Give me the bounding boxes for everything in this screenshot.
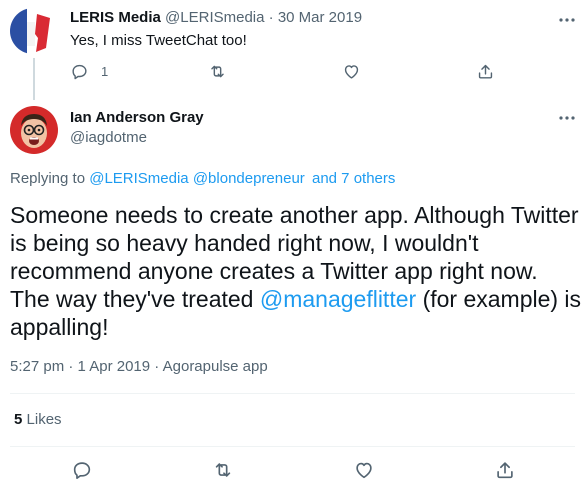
- thread-connector-line: [33, 58, 35, 100]
- share-button[interactable]: [494, 459, 516, 481]
- author-handle[interactable]: @iagdotme: [70, 129, 147, 146]
- tweet-timestamp: 5:27 pm · 1 Apr 2019 · Agorapulse app: [10, 358, 268, 375]
- mention-link[interactable]: @blondepreneur: [193, 170, 305, 187]
- retweet-button[interactable]: [208, 62, 227, 81]
- author-name[interactable]: Ian Anderson Gray: [70, 109, 204, 126]
- reply-button[interactable]: 1: [70, 62, 108, 81]
- likes-stat[interactable]: 5 Likes: [14, 411, 62, 428]
- separator: ·: [68, 358, 74, 375]
- tweet-date[interactable]: 30 Mar 2019: [278, 9, 362, 26]
- like-button[interactable]: [353, 459, 375, 481]
- tweet-text: Yes, I miss TweetChat too!: [70, 32, 247, 49]
- separator: ·: [268, 9, 274, 26]
- share-icon: [497, 462, 513, 479]
- likes-count: 5: [14, 411, 23, 428]
- others-link[interactable]: and 7 others: [312, 170, 395, 187]
- reply-header: LERIS Media @LERISmedia · 30 Mar 2019: [70, 9, 362, 26]
- tweet-source[interactable]: Agorapulse app: [163, 358, 268, 375]
- mention-link[interactable]: @LERISmedia: [89, 170, 188, 187]
- reply-icon: [72, 64, 87, 80]
- share-icon: [478, 64, 493, 79]
- share-button[interactable]: [476, 62, 495, 81]
- reply-tweet[interactable]: LERIS Media @LERISmedia · 30 Mar 2019 Ye…: [0, 0, 587, 100]
- replying-to: Replying to @LERISmedia @blondepreneur a…: [10, 170, 395, 187]
- author-name[interactable]: LERIS Media: [70, 9, 161, 26]
- author-handle[interactable]: @LERISmedia: [165, 9, 264, 26]
- likes-label: Likes: [26, 411, 62, 428]
- tweet-body: Someone needs to create another app. Alt…: [10, 201, 582, 341]
- avatar[interactable]: [10, 8, 56, 54]
- retweet-icon: [215, 463, 231, 477]
- avatar[interactable]: [10, 106, 58, 154]
- like-button[interactable]: [342, 62, 361, 81]
- mention-link[interactable]: @manageflitter: [260, 286, 416, 312]
- separator: ·: [154, 358, 160, 375]
- retweet-icon: [211, 65, 224, 78]
- tweet-time[interactable]: 5:27 pm: [10, 358, 64, 375]
- profile-photo: [10, 106, 58, 154]
- like-icon: [356, 462, 372, 479]
- tweet-date[interactable]: 1 Apr 2019: [78, 358, 151, 375]
- more-icon[interactable]: [557, 108, 577, 128]
- divider: [10, 446, 575, 447]
- reply-button[interactable]: [71, 459, 93, 481]
- reply-icon: [73, 462, 91, 479]
- retweet-button[interactable]: [212, 459, 234, 481]
- replying-prefix: Replying to: [10, 170, 86, 187]
- reply-count: 1: [101, 64, 109, 79]
- more-icon[interactable]: [557, 10, 577, 30]
- divider: [10, 393, 575, 394]
- leris-logo-avatar: [10, 8, 56, 54]
- like-icon: [344, 65, 359, 79]
